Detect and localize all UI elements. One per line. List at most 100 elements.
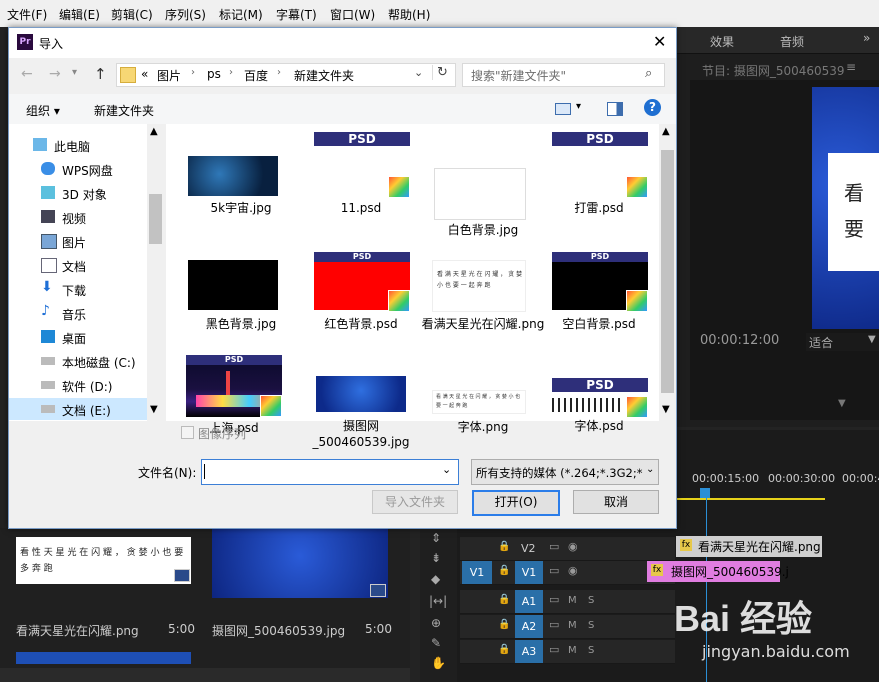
chevron-down-icon[interactable]: ⌄	[442, 463, 451, 476]
work-area-bar[interactable]	[675, 498, 825, 500]
forward-icon[interactable]: →	[49, 66, 61, 82]
chevron-down-icon[interactable]: ⌄	[414, 66, 423, 79]
playhead[interactable]	[700, 488, 710, 498]
fit-dropdown[interactable]: 适合 ▼	[806, 333, 879, 351]
file-scrollbar[interactable]: ▲ ▼	[659, 124, 676, 421]
view-icon[interactable]	[555, 103, 571, 115]
nav-scroll-thumb[interactable]	[149, 194, 162, 244]
slip-icon[interactable]: |↔|	[429, 594, 447, 608]
nav-3d-objects[interactable]: 3D 对象	[31, 182, 149, 204]
breadcrumb-overflow[interactable]: «	[141, 67, 148, 81]
film-icon[interactable]: ▭	[549, 643, 559, 656]
film-icon[interactable]: ▭	[549, 593, 559, 606]
solo-button[interactable]: S	[588, 595, 594, 606]
clip-v1[interactable]: fx 摄图网_500460539.j	[647, 561, 789, 582]
mute-button[interactable]: M	[568, 595, 577, 606]
search-box[interactable]: 搜索"新建文件夹" ⌕	[462, 63, 665, 87]
hand-icon[interactable]: ✋	[431, 656, 446, 670]
mute-button[interactable]: M	[568, 620, 577, 631]
menu-edit[interactable]: 编辑(E)	[59, 6, 100, 23]
nav-desktop[interactable]: 桌面	[31, 326, 149, 348]
image-sequence-checkbox[interactable]	[181, 426, 194, 439]
panel-menu-icon[interactable]: ≡	[846, 60, 856, 74]
menu-clip[interactable]: 剪辑(C)	[111, 6, 153, 23]
up-icon[interactable]: ↑	[94, 65, 107, 83]
nav-this-pc[interactable]: 此电脑	[9, 134, 127, 156]
file-scroll-thumb[interactable]	[661, 150, 674, 393]
scroll-up-icon[interactable]: ▲	[662, 126, 670, 137]
nav-videos[interactable]: 视频	[31, 206, 149, 228]
help-icon[interactable]: ?	[644, 99, 661, 116]
nav-pictures[interactable]: 图片	[31, 230, 149, 252]
track-label[interactable]: A1	[515, 590, 543, 613]
breadcrumb-item[interactable]: 新建文件夹	[294, 67, 354, 84]
more-tabs-icon[interactable]: »	[863, 31, 870, 45]
pen-icon[interactable]: ✎	[431, 636, 441, 650]
slide-icon[interactable]: ⊕	[431, 616, 441, 630]
scroll-down-icon[interactable]: ▼	[150, 404, 158, 415]
track-select-icon[interactable]: ⇟	[431, 551, 441, 565]
bin-thumb-space[interactable]	[212, 528, 388, 598]
mute-button[interactable]: M	[568, 645, 577, 656]
nav-wps[interactable]: WPS网盘	[31, 158, 149, 180]
menu-marker[interactable]: 标记(M)	[219, 6, 263, 23]
organize-button[interactable]: 组织 ▾	[26, 102, 60, 119]
solo-button[interactable]: S	[588, 620, 594, 631]
scroll-up-icon[interactable]: ▲	[150, 126, 158, 137]
film-icon[interactable]: ▭	[549, 564, 559, 577]
preview-pane-icon[interactable]	[607, 102, 623, 116]
new-folder-button[interactable]: 新建文件夹	[94, 102, 154, 119]
nav-drive-d[interactable]: 软件 (D:)	[31, 374, 149, 396]
lock-icon[interactable]: 🔒	[498, 541, 510, 552]
scroll-down-icon[interactable]: ▼	[662, 404, 670, 415]
tab-audio[interactable]: 音频	[780, 33, 804, 50]
tab-effects[interactable]: 效果	[710, 33, 734, 50]
track-label[interactable]: V1	[515, 561, 543, 584]
eye-icon[interactable]: ◉	[568, 540, 578, 553]
track-label[interactable]: A3	[515, 640, 543, 663]
source-patch-v1[interactable]: V1	[462, 561, 492, 584]
cancel-button[interactable]: 取消	[573, 490, 659, 514]
back-icon[interactable]: ←	[21, 66, 33, 82]
eye-icon[interactable]: ◉	[568, 564, 578, 577]
menu-title[interactable]: 字幕(T)	[276, 6, 317, 23]
close-icon[interactable]: ✕	[653, 32, 666, 51]
import-folder-button[interactable]: 导入文件夹	[372, 490, 458, 514]
lock-icon[interactable]: 🔒	[498, 565, 510, 576]
recent-chevron-icon[interactable]: ▾	[72, 67, 77, 78]
breadcrumb-item[interactable]: ps	[207, 67, 221, 81]
breadcrumb-item[interactable]: 百度	[244, 67, 268, 84]
menu-sequence[interactable]: 序列(S)	[165, 6, 206, 23]
open-button[interactable]: 打开(O)	[472, 490, 560, 516]
nav-music[interactable]: ♪ 音乐	[31, 302, 149, 324]
address-bar[interactable]: « 图片 › ps › 百度 › 新建文件夹 ⌄ ↻	[116, 63, 456, 87]
search-icon[interactable]: ⌕	[645, 66, 652, 81]
nav-downloads[interactable]: ⬇ 下载	[31, 278, 149, 300]
track-label[interactable]: A2	[515, 615, 543, 638]
lock-icon[interactable]: 🔒	[498, 644, 510, 655]
refresh-icon[interactable]: ↻	[432, 65, 448, 80]
lock-icon[interactable]: 🔒	[498, 594, 510, 605]
nav-documents[interactable]: 文档	[31, 254, 149, 276]
filetype-select[interactable]: 所有支持的媒体 (*.264;*.3G2;* ⌄	[471, 459, 659, 485]
track-a3: 🔒 A3 ▭ M S	[460, 640, 675, 664]
bin-thumb-text[interactable]: 看 性 天 星 光 在 闪 耀 ， 贪 婪 小 也 要 多 奔 跑	[16, 537, 191, 584]
breadcrumb-item[interactable]: 图片	[157, 67, 181, 84]
solo-button[interactable]: S	[588, 645, 594, 656]
ripple-edit-icon[interactable]: ⇕	[431, 531, 441, 545]
filename-input[interactable]: ⌄	[201, 459, 459, 485]
film-icon[interactable]: ▭	[549, 540, 559, 553]
menu-file[interactable]: 文件(F)	[7, 6, 47, 23]
nav-label: 软件 (D:)	[62, 380, 113, 394]
menu-window[interactable]: 窗口(W)	[330, 6, 375, 23]
marker-icon[interactable]: ▼	[838, 398, 846, 409]
film-icon[interactable]: ▭	[549, 618, 559, 631]
nav-scrollbar[interactable]: ▲ ▼	[147, 124, 164, 421]
razor-icon[interactable]: ◆	[431, 572, 440, 586]
lock-icon[interactable]: 🔒	[498, 619, 510, 630]
view-chevron-icon[interactable]: ▾	[576, 101, 581, 112]
nav-drive-e[interactable]: 文档 (E:)	[9, 398, 147, 420]
nav-drive-c[interactable]: 本地磁盘 (C:)	[31, 350, 149, 372]
menu-help[interactable]: 帮助(H)	[388, 6, 430, 23]
clip-v2[interactable]: fx 看满天星光在闪耀.png	[676, 536, 822, 557]
